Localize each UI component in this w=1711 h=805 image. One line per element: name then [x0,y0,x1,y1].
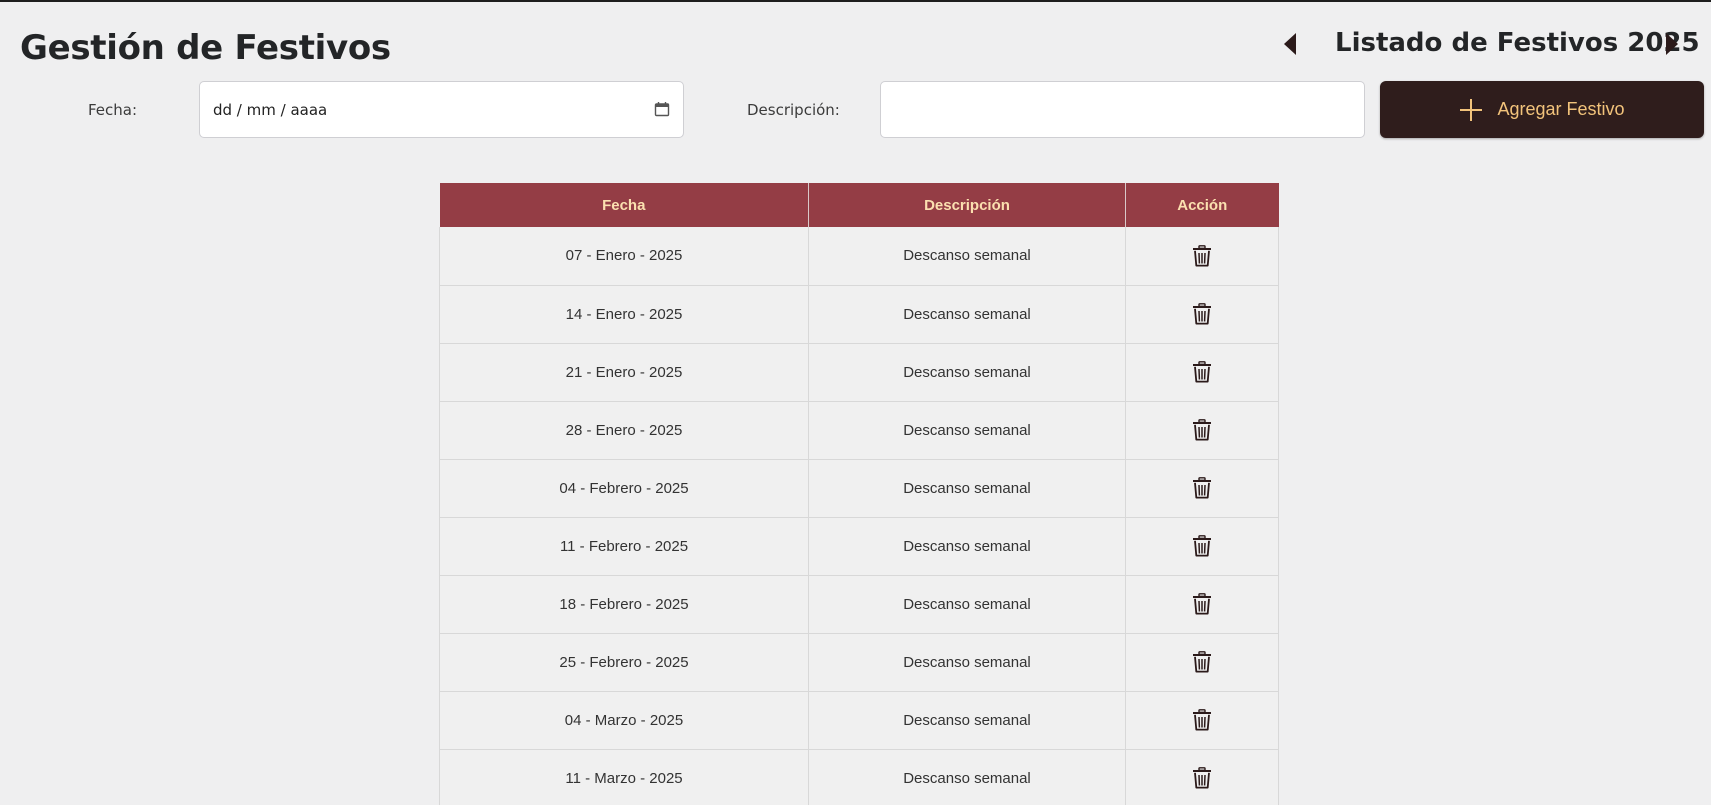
cell-accion [1125,575,1279,634]
cell-fecha: 21 - Enero - 2025 [439,343,809,402]
cell-descripcion: Descanso semanal [808,401,1126,460]
description-label: Descripción: [747,101,840,119]
cell-descripcion: Descanso semanal [808,633,1126,692]
cell-descripcion: Descanso semanal [808,691,1126,750]
cell-fecha: 18 - Febrero - 2025 [439,575,809,634]
page-title: Gestión de Festivos [20,28,391,68]
cell-fecha: 28 - Enero - 2025 [439,401,809,460]
trash-icon[interactable] [1192,419,1212,441]
cell-accion [1125,749,1279,805]
table-row: 21 - Enero - 2025 Descanso semanal [439,343,1279,402]
trash-icon[interactable] [1192,767,1212,789]
trash-icon[interactable] [1192,535,1212,557]
table-row: 11 - Marzo - 2025 Descanso semanal [439,749,1279,805]
table-body: 07 - Enero - 2025 Descanso semanal 14 - En… [439,227,1279,805]
column-header-fecha: Fecha [439,183,809,227]
cell-fecha: 04 - Marzo - 2025 [439,691,809,750]
list-title: Listado de Festivos 2025 [1335,28,1700,58]
table-row: 28 - Enero - 2025 Descanso semanal [439,401,1279,460]
trash-icon[interactable] [1192,361,1212,383]
cell-descripcion: Descanso semanal [808,285,1126,344]
cell-fecha: 07 - Enero - 2025 [439,227,809,286]
table-row: 07 - Enero - 2025 Descanso semanal [439,227,1279,286]
cell-descripcion: Descanso semanal [808,227,1126,286]
cell-accion [1125,343,1279,402]
holidays-table: Fecha Descripción Acción 07 - Enero - 20… [439,183,1279,805]
cell-descripcion: Descanso semanal [808,343,1126,402]
cell-accion [1125,227,1279,286]
table-row: 04 - Marzo - 2025 Descanso semanal [439,691,1279,750]
trash-icon[interactable] [1192,477,1212,499]
cell-accion [1125,517,1279,576]
caret-right-icon[interactable] [1664,32,1684,58]
cell-accion [1125,459,1279,518]
cell-accion [1125,401,1279,460]
column-header-accion: Acción [1125,183,1279,227]
column-header-descripcion: Descripción [808,183,1126,227]
trash-icon[interactable] [1192,303,1212,325]
trash-icon[interactable] [1192,651,1212,673]
cell-descripcion: Descanso semanal [808,749,1126,805]
table-row: 11 - Febrero - 2025 Descanso semanal [439,517,1279,576]
cell-descripcion: Descanso semanal [808,517,1126,576]
caret-left-icon[interactable] [1282,32,1302,58]
cell-accion [1125,633,1279,692]
table-row: 25 - Febrero - 2025 Descanso semanal [439,633,1279,692]
trash-icon[interactable] [1192,593,1212,615]
table-row: 04 - Febrero - 2025 Descanso semanal [439,459,1279,518]
add-holiday-label: Agregar Festivo [1497,99,1625,119]
date-field-value[interactable]: dd / mm / aaaa [213,101,327,119]
description-input[interactable] [881,82,1364,137]
cell-fecha: 25 - Febrero - 2025 [439,633,809,692]
date-field[interactable]: dd / mm / aaaa [199,81,684,138]
cell-fecha: 11 - Febrero - 2025 [439,517,809,576]
cell-fecha: 11 - Marzo - 2025 [439,749,809,805]
trash-icon[interactable] [1192,244,1212,267]
cell-descripcion: Descanso semanal [808,459,1126,518]
table-header-row: Fecha Descripción Acción [439,183,1279,227]
table-row: 18 - Febrero - 2025 Descanso semanal [439,575,1279,634]
cell-fecha: 04 - Febrero - 2025 [439,459,809,518]
calendar-icon[interactable] [654,101,670,117]
date-label: Fecha: [88,101,138,119]
plus-icon [1460,98,1483,121]
table-row: 14 - Enero - 2025 Descanso semanal [439,285,1279,344]
cell-fecha: 14 - Enero - 2025 [439,285,809,344]
description-field[interactable] [880,81,1365,138]
cell-accion [1125,285,1279,344]
add-holiday-button[interactable]: Agregar Festivo [1380,81,1704,138]
trash-icon[interactable] [1192,709,1212,731]
cell-accion [1125,691,1279,750]
year-navigation: Listado de Festivos 2025 [1270,26,1700,62]
cell-descripcion: Descanso semanal [808,575,1126,634]
